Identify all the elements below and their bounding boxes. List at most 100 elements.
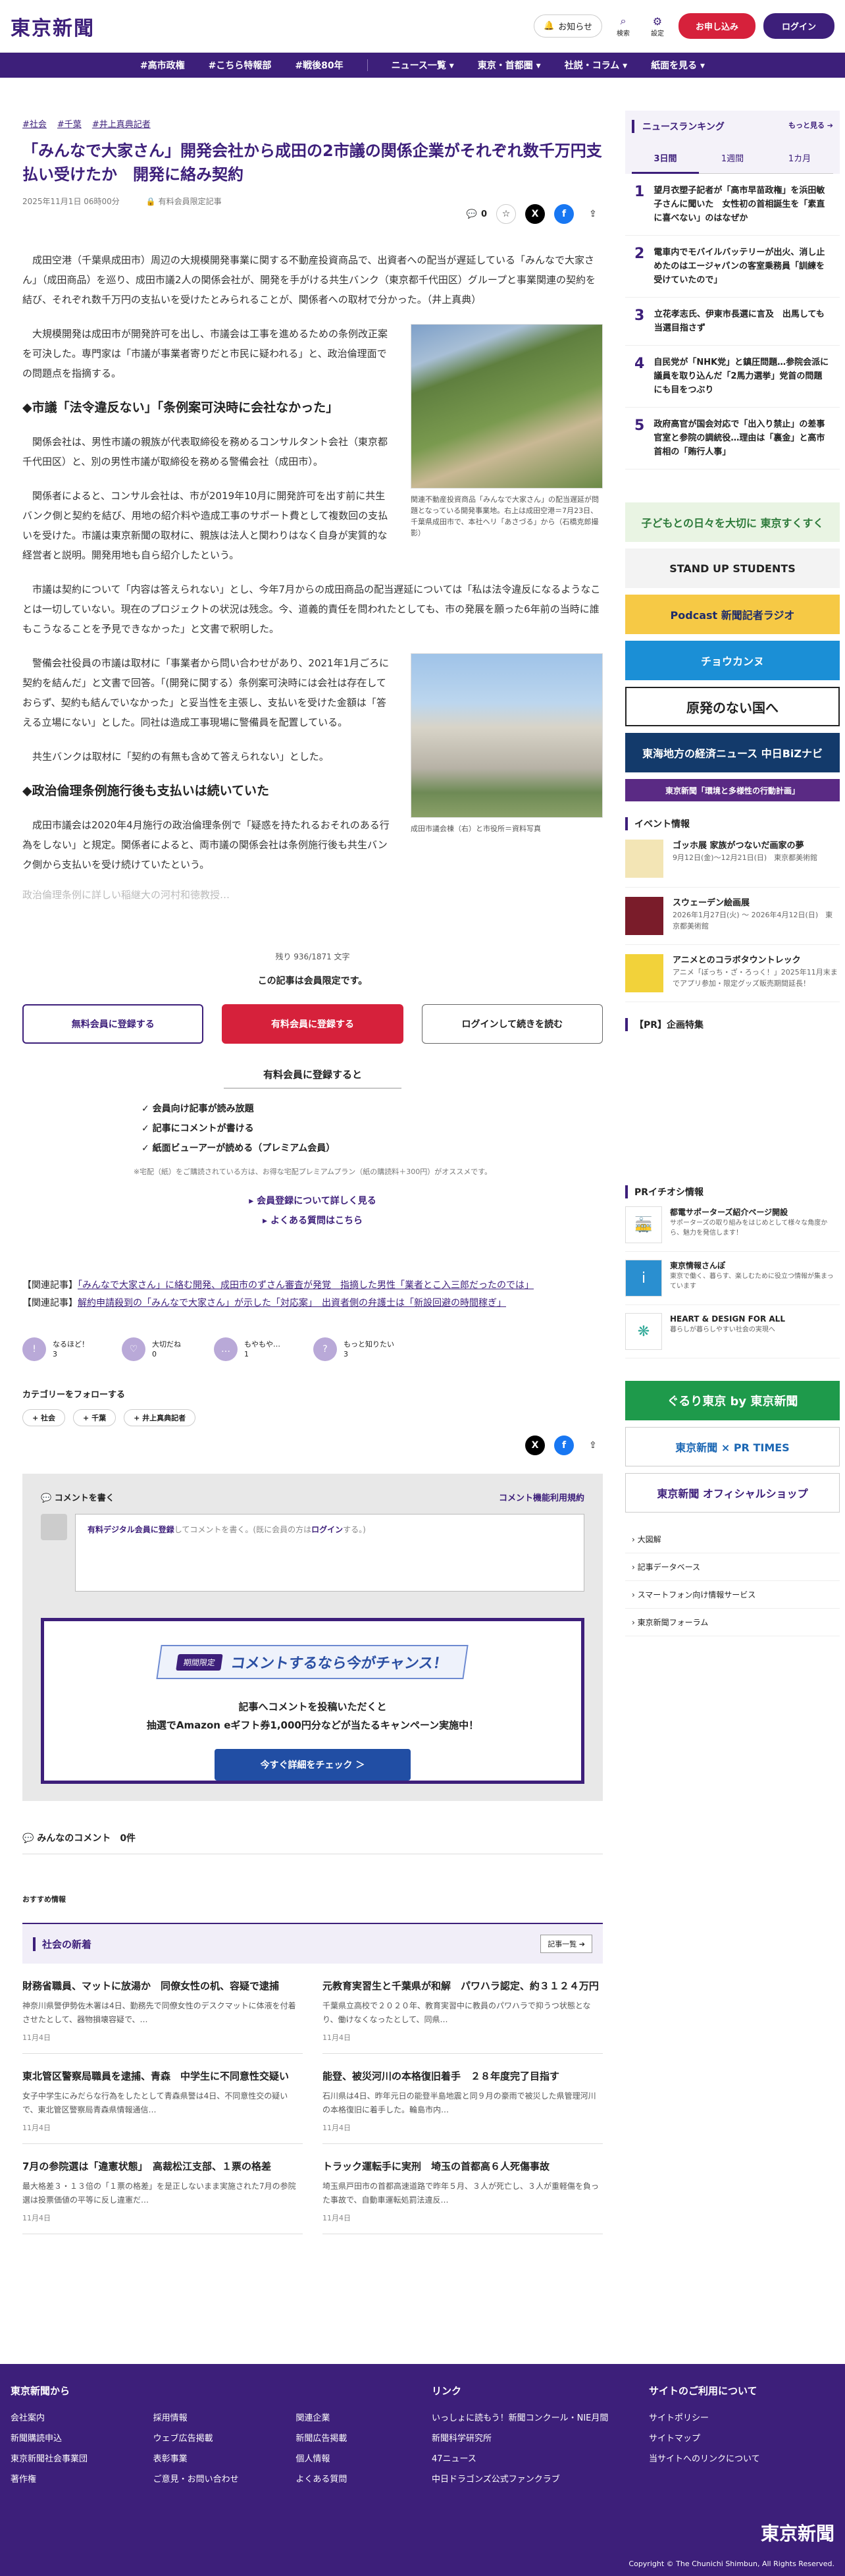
ranking-item[interactable]: 3 立花孝志氏、伊東市長選に言及 出馬しても当選目指さず (625, 298, 840, 346)
pr-item[interactable]: 🚋 都電サポーターズ紹介ページ開設 サポーターズの取り組みをはじめとして様々な角度か… (625, 1198, 840, 1252)
footer-link[interactable]: 新聞科学研究所 (432, 2431, 623, 2444)
side-link[interactable]: › スマートフォン向け情報サービス (625, 1581, 840, 1609)
nav-item[interactable]: ニュース一覧 ▾ (392, 59, 454, 72)
news-item[interactable]: 能登、被災河川の本格復旧着手 ２８年度完了目指す 石川県は4日、昨年元日の能登半島… (322, 2054, 603, 2144)
facebook-share-icon[interactable]: f (554, 1436, 574, 1455)
tag-link[interactable]: #千葉 (57, 117, 82, 130)
banner-gururi[interactable]: ぐるり東京 by 東京新聞 (625, 1381, 840, 1420)
news-item[interactable]: 財務省職員、マットに放湯か 同僚女性の机、容疑で逮捕 神奈川県警伊勢佐木署は4日、… (22, 1964, 303, 2054)
paywall-buttons: 無料会員に登録する 有料会員に登録する ログインして続きを読む (22, 1004, 603, 1044)
aerial-photo[interactable] (411, 324, 603, 489)
notice-button[interactable]: 🔔 お知らせ (534, 14, 602, 38)
login-button[interactable]: ログイン (763, 13, 834, 39)
ranking-more-link[interactable]: もっと見る ➔ (788, 120, 833, 133)
membership-info-link[interactable]: ▸ 会員登録について詳しく見る (22, 1191, 603, 1211)
event-item[interactable]: アニメとのコラボタウントレック アニメ「ぼっち・ざ・ろっく！」2025年11月末ま… (625, 945, 840, 1002)
comment-textarea[interactable]: 有料デジタル会員に登録してコメントを書く。(既に会員の方はログインする。) (75, 1514, 584, 1592)
news-list-link[interactable]: 記事一覧 ➔ (540, 1935, 592, 1953)
footer-link[interactable]: 47ニュース (432, 2452, 623, 2464)
side-link[interactable]: › 大図解 (625, 1526, 840, 1553)
signup-button[interactable]: お申し込み (678, 13, 755, 39)
footer-link[interactable]: サイトマップ (649, 2431, 820, 2444)
login-continue-button[interactable]: ログインして続きを読む (421, 1004, 603, 1044)
banner-shop[interactable]: 東京新聞 オフィシャルショップ (625, 1473, 840, 1513)
x-share-icon[interactable]: X (525, 1436, 545, 1455)
tab-3days[interactable]: 3日間 (632, 144, 699, 174)
news-item[interactable]: 東北管区警察局職員を逮捕、青森 中学生に不同意性交疑い 女子中学生にみだらな行為を… (22, 2054, 303, 2144)
tab-1month[interactable]: 1カ月 (766, 144, 833, 174)
site-logo[interactable]: 東京新聞 (11, 12, 95, 41)
nav-item[interactable]: 東京・首都圏 ▾ (478, 59, 541, 72)
related-link[interactable]: 解約申請殺到の「みんなで大家さん」が示した「対応案」 出資者側の弁護士は「新設回… (78, 1298, 506, 1308)
share-icon[interactable]: ⇪ (583, 1436, 603, 1455)
comment-count[interactable]: 💬 0 (467, 204, 487, 224)
campaign-details-button[interactable]: 今すぐ詳細をチェック ＞ (214, 1749, 411, 1781)
footer-link[interactable]: いっしょに読もう！新聞コンクール・NIE月間 (432, 2411, 623, 2423)
footer-link[interactable]: 関連企業 (295, 2411, 405, 2423)
footer-link[interactable]: 会社案内 (11, 2411, 120, 2423)
nav-item[interactable]: #高市政権 (140, 59, 185, 72)
facebook-share-icon[interactable]: f (554, 204, 574, 224)
footer-link[interactable]: 個人情報 (295, 2452, 405, 2464)
footer-link[interactable]: よくある質問 (295, 2472, 405, 2484)
news-item[interactable]: トラック運転手に実刑 埼玉の首都高６人死傷事故 埼玉県戸田市の首都高速道路で昨年５… (322, 2144, 603, 2234)
pr-item[interactable]: i 東京情報さんぽ 東京で働く、暮らす、楽しむために役立つ情報が集まっています (625, 1252, 840, 1305)
footer-link[interactable]: ウェブ広告掲載 (153, 2431, 263, 2444)
pr-item[interactable]: ❋ HEART & DESIGN FOR ALL 暮らしが暮らしやすい社会の実現へ (625, 1305, 840, 1358)
banner-environment[interactable]: 東京新聞「環境と多様性の行動計画」 (625, 779, 840, 801)
event-item[interactable]: ゴッホ展 家族がつないだ画家の夢 9月12日(金)～12月21日(日) 東京都美術… (625, 830, 840, 888)
banner-nuclear[interactable]: 原発のない国へ (625, 687, 840, 726)
event-item[interactable]: スウェーデン絵画展 2026年1月27日(火) ～ 2026年4月12日(日) 東… (625, 888, 840, 945)
news-item[interactable]: 7月の参院選は「違憲状態」 高裁松江支部、１票の格差 最大格差３・１３倍の「１票の… (22, 2144, 303, 2234)
nav-item[interactable]: 紙面を見る ▾ (651, 59, 705, 72)
ranking-item[interactable]: 1 望月衣塑子記者が「高市早苗政権」を浜田敏子さんに聞いた 女性初の首相誕生を「素… (625, 174, 840, 236)
bookmark-icon[interactable]: ☆ (496, 204, 516, 224)
footer-link[interactable]: 著作権 (11, 2472, 120, 2484)
side-link[interactable]: › 記事データベース (625, 1553, 840, 1581)
share-icon[interactable]: ⇪ (583, 204, 603, 224)
ranking-item[interactable]: 5 政府高官が国会対応で「出入り禁止」の差事官室と参院の調統役…理由は「裏金」と高… (625, 408, 840, 470)
banner-chokanu[interactable]: チョウカンヌ (625, 641, 840, 680)
footer-link[interactable]: 東京新聞社会事業団 (11, 2452, 120, 2464)
follow-chip[interactable]: + 社会 (22, 1409, 66, 1426)
reaction-button[interactable]: ? もっと知りたい 3 (313, 1337, 394, 1361)
follow-chip[interactable]: + 千葉 (73, 1409, 116, 1426)
footer-link[interactable]: ご意見・お問い合わせ (153, 2472, 263, 2484)
x-share-icon[interactable]: X (525, 204, 545, 224)
paid-signup-button[interactable]: 有料会員に登録する (222, 1004, 403, 1044)
news-item[interactable]: 元教育実習生と千葉県が和解 パワハラ認定、約３１２４万円 千葉県立高校で２０２０年… (322, 1964, 603, 2054)
tag-link[interactable]: #井上真典記者 (92, 117, 151, 130)
banner-standup[interactable]: STAND UP STUDENTS (625, 549, 840, 588)
banner-bizunavi[interactable]: 東海地方の経済ニュース 中日BiZナビ (625, 733, 840, 772)
footer-link[interactable]: サイトポリシー (649, 2411, 820, 2423)
free-signup-button[interactable]: 無料会員に登録する (22, 1004, 204, 1044)
ranking-item[interactable]: 4 自民党が「NHK党」と鎮圧問題…参院会派に議員を取り込んだ「2馬力選挙」党首の… (625, 346, 840, 408)
nav-item[interactable]: #こちら特報部 (209, 59, 272, 72)
footer-link[interactable]: 新聞購読申込 (11, 2431, 120, 2444)
reaction-button[interactable]: … もやもや… 1 (214, 1337, 280, 1361)
ranking-item[interactable]: 2 電車内でモバイルバッテリーが出火、消し止めたのはエージャパンの客室乗務員「訓練… (625, 236, 840, 298)
footer-link[interactable]: 表彰事業 (153, 2452, 263, 2464)
reaction-button[interactable]: ! なるほど！ 3 (22, 1337, 89, 1361)
related-link[interactable]: 「みんなで大家さん」に絡む開発、成田市のずさん審査が発覚 指摘した男性「業者とこ… (78, 1280, 534, 1291)
banner-podcast[interactable]: Podcast 新聞記者ラジオ (625, 595, 840, 634)
city-hall-photo[interactable] (411, 653, 603, 818)
follow-chip[interactable]: + 井上真典記者 (124, 1409, 196, 1426)
side-link[interactable]: › 東京新聞フォーラム (625, 1609, 840, 1636)
footer-link[interactable]: 中日ドラゴンズ公式ファンクラブ (432, 2472, 623, 2484)
footer-link[interactable]: 新聞広告掲載 (295, 2431, 405, 2444)
faq-link[interactable]: ▸ よくある質問はこちら (22, 1211, 603, 1231)
reaction-button[interactable]: ♡ 大切だね 0 (122, 1337, 181, 1361)
tab-1week[interactable]: 1週間 (699, 144, 766, 174)
banner-prtimes[interactable]: 東京新聞 × PR TIMES (625, 1427, 840, 1466)
footer-link[interactable]: 当サイトへのリンクについて (649, 2452, 820, 2464)
comment-terms-link[interactable]: コメント機能利用規約 (499, 1491, 584, 1503)
footer-link[interactable]: 採用情報 (153, 2411, 263, 2423)
search-button[interactable]: ⌕ 検索 (610, 14, 636, 38)
footer-logo[interactable]: 東京新聞 (761, 2519, 834, 2546)
settings-button[interactable]: ⚙ 設定 (644, 15, 671, 38)
nav-item[interactable]: 社説・コラム ▾ (565, 59, 627, 72)
banner-sukusuku[interactable]: 子どもとの日々を大切に 東京すくすく (625, 502, 840, 542)
nav-item[interactable]: #戦後80年 (295, 59, 343, 72)
tag-link[interactable]: #社会 (22, 117, 47, 130)
